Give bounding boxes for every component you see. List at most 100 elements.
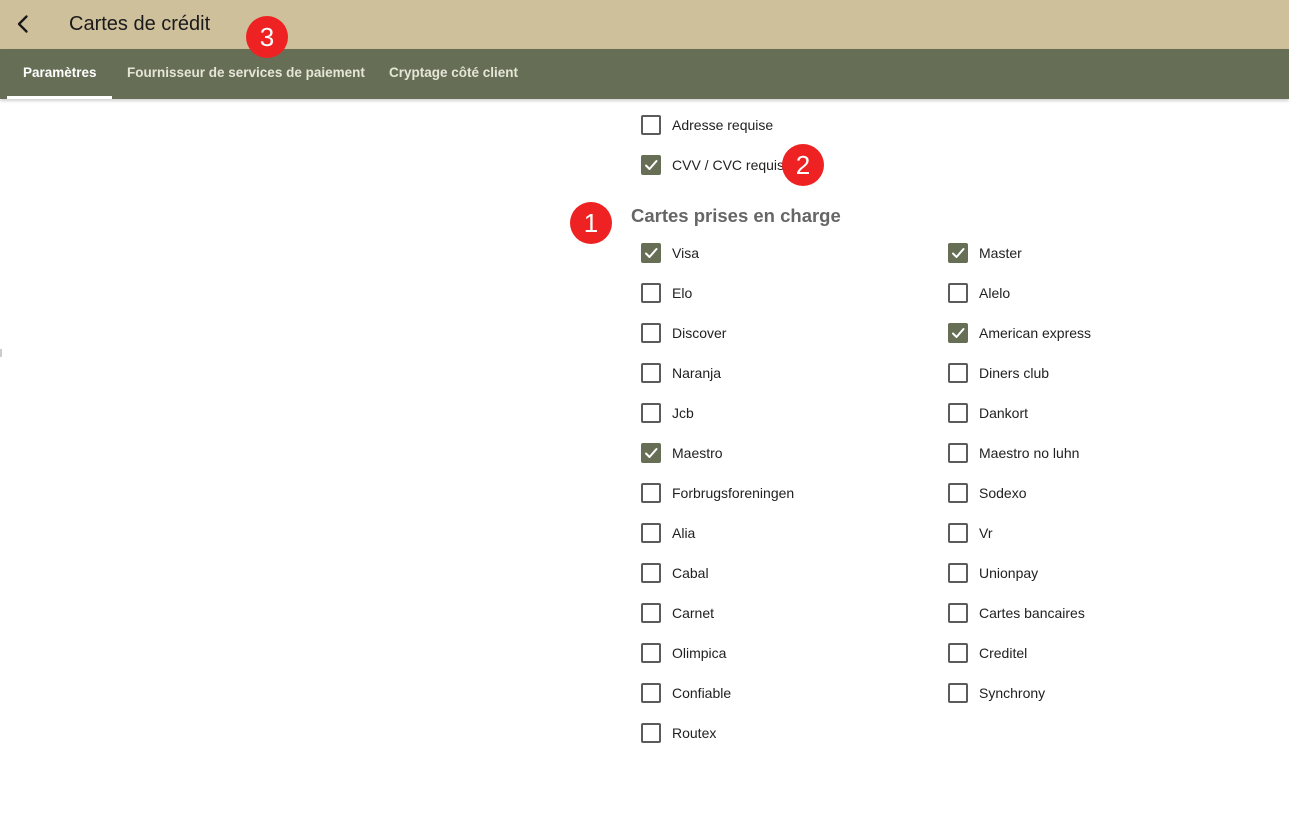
checkbox[interactable] <box>641 603 661 623</box>
checkbox-row-discover[interactable]: Discover <box>641 321 726 345</box>
checkbox-label: Confiable <box>672 685 732 701</box>
checkbox-label: Alelo <box>979 285 1011 301</box>
checkbox-label: Jcb <box>672 405 694 421</box>
checkbox[interactable] <box>641 723 661 743</box>
checkbox-label: CVV / CVC requis <box>672 157 785 173</box>
supported-cards-title: Cartes prises en charge <box>631 205 841 226</box>
checkbox[interactable] <box>641 523 661 543</box>
checkbox-label: Olimpica <box>672 645 727 661</box>
checkbox-row-creditel[interactable]: Creditel <box>948 641 1027 665</box>
checkbox-row-dankort[interactable]: Dankort <box>948 401 1028 425</box>
checkbox[interactable] <box>641 283 661 303</box>
checkbox-row-jcb[interactable]: Jcb <box>641 401 694 425</box>
checkbox-label: Adresse requise <box>672 117 774 133</box>
checkbox[interactable] <box>641 115 661 135</box>
checkbox[interactable] <box>948 283 968 303</box>
checkbox-row-diners-club[interactable]: Diners club <box>948 361 1049 385</box>
checkbox[interactable] <box>641 155 661 175</box>
checkbox-label: Maestro no luhn <box>979 445 1080 461</box>
checkbox[interactable] <box>641 443 661 463</box>
check-icon <box>645 160 658 170</box>
checkbox-label: Routex <box>672 725 717 741</box>
checkbox-label: Cabal <box>672 565 709 581</box>
checkbox-row-forbrugsforeningen[interactable]: Forbrugsforeningen <box>641 481 794 505</box>
checkbox-label: American express <box>979 325 1092 341</box>
tab-client-encryption[interactable]: Cryptage côté client <box>389 49 518 99</box>
checkbox-row-maestro-no-luhn[interactable]: Maestro no luhn <box>948 441 1079 465</box>
checkbox-row-master[interactable]: Master <box>948 241 1022 265</box>
checkbox-row-american-express[interactable]: American express <box>948 321 1091 345</box>
check-icon <box>645 448 658 458</box>
app-bar: Cartes de crédit <box>0 0 1289 49</box>
page-title: Cartes de crédit <box>69 13 211 35</box>
checkbox-row-synchrony[interactable]: Synchrony <box>948 681 1045 705</box>
checkbox-label: Unionpay <box>979 565 1039 581</box>
checkbox-label: Forbrugsforeningen <box>672 485 795 501</box>
checkbox[interactable] <box>948 603 968 623</box>
tab-bar: Paramètres Fournisseur de services de pa… <box>0 49 1289 99</box>
checkbox[interactable] <box>641 243 661 263</box>
annotation-badge-3: 3 <box>246 16 288 58</box>
checkbox-row-adresse-requise[interactable]: Adresse requise <box>641 113 773 137</box>
checkbox[interactable] <box>948 683 968 703</box>
checkbox-row-cabal[interactable]: Cabal <box>641 561 709 585</box>
checkbox-label: Vr <box>979 525 993 541</box>
checkbox-label: Alia <box>672 525 696 541</box>
checkbox[interactable] <box>948 363 968 383</box>
checkbox-row-naranja[interactable]: Naranja <box>641 361 721 385</box>
checkbox[interactable] <box>948 243 968 263</box>
checkbox-label: Synchrony <box>979 685 1046 701</box>
checkbox-row-alelo[interactable]: Alelo <box>948 281 1010 305</box>
annotation-badge-1: 1 <box>570 202 612 244</box>
checkbox-row-cartes-bancaires[interactable]: Cartes bancaires <box>948 601 1085 625</box>
checkbox-row-routex[interactable]: Routex <box>641 721 716 745</box>
check-icon <box>952 328 965 338</box>
checkbox-row-sodexo[interactable]: Sodexo <box>948 481 1026 505</box>
checkbox[interactable] <box>948 563 968 583</box>
checkbox-label: Maestro <box>672 445 723 461</box>
checkbox-row-unionpay[interactable]: Unionpay <box>948 561 1038 585</box>
checkbox-label: Cartes bancaires <box>979 605 1085 621</box>
checkbox[interactable] <box>641 323 661 343</box>
checkbox-label: Master <box>979 245 1022 261</box>
checkbox-label: Carnet <box>672 605 715 621</box>
checkbox-label: Creditel <box>979 645 1028 661</box>
checkbox[interactable] <box>948 643 968 663</box>
check-icon <box>952 248 965 258</box>
checkbox[interactable] <box>641 483 661 503</box>
checkbox-row-maestro[interactable]: Maestro <box>641 441 723 465</box>
checkbox[interactable] <box>948 443 968 463</box>
checkbox-row-carnet[interactable]: Carnet <box>641 601 714 625</box>
checkbox-row-vr[interactable]: Vr <box>948 521 992 545</box>
checkbox[interactable] <box>948 523 968 543</box>
tab-parametres[interactable]: Paramètres <box>23 49 97 99</box>
checkbox-label: Elo <box>672 285 693 301</box>
checkbox[interactable] <box>641 683 661 703</box>
checkbox[interactable] <box>641 643 661 663</box>
checkbox[interactable] <box>641 563 661 583</box>
checkbox-label: Naranja <box>672 365 722 381</box>
check-icon <box>645 248 658 258</box>
tab-payment-provider[interactable]: Fournisseur de services de paiement <box>127 49 365 99</box>
annotation-badge-2: 2 <box>782 144 824 186</box>
checkbox-row-visa[interactable]: Visa <box>641 241 699 265</box>
checkbox-row-confiable[interactable]: Confiable <box>641 681 731 705</box>
checkbox-label: Sodexo <box>979 485 1027 501</box>
active-tab-indicator <box>7 96 112 99</box>
checkbox-label: Visa <box>672 245 699 261</box>
arrow-back-icon <box>17 15 28 33</box>
checkbox-label: Dankort <box>979 405 1029 421</box>
back-button[interactable] <box>11 12 35 36</box>
checkbox-row-elo[interactable]: Elo <box>641 281 692 305</box>
checkbox[interactable] <box>948 403 968 423</box>
checkbox[interactable] <box>948 323 968 343</box>
edge-handle <box>0 349 2 357</box>
checkbox-row-olimpica[interactable]: Olimpica <box>641 641 726 665</box>
checkbox-row-cvv-cvc-requis[interactable]: CVV / CVC requis <box>641 153 784 177</box>
checkbox-label: Diners club <box>979 365 1050 381</box>
checkbox[interactable] <box>948 483 968 503</box>
checkbox[interactable] <box>641 403 661 423</box>
checkbox-label: Discover <box>672 325 727 341</box>
checkbox[interactable] <box>641 363 661 383</box>
checkbox-row-alia[interactable]: Alia <box>641 521 695 545</box>
